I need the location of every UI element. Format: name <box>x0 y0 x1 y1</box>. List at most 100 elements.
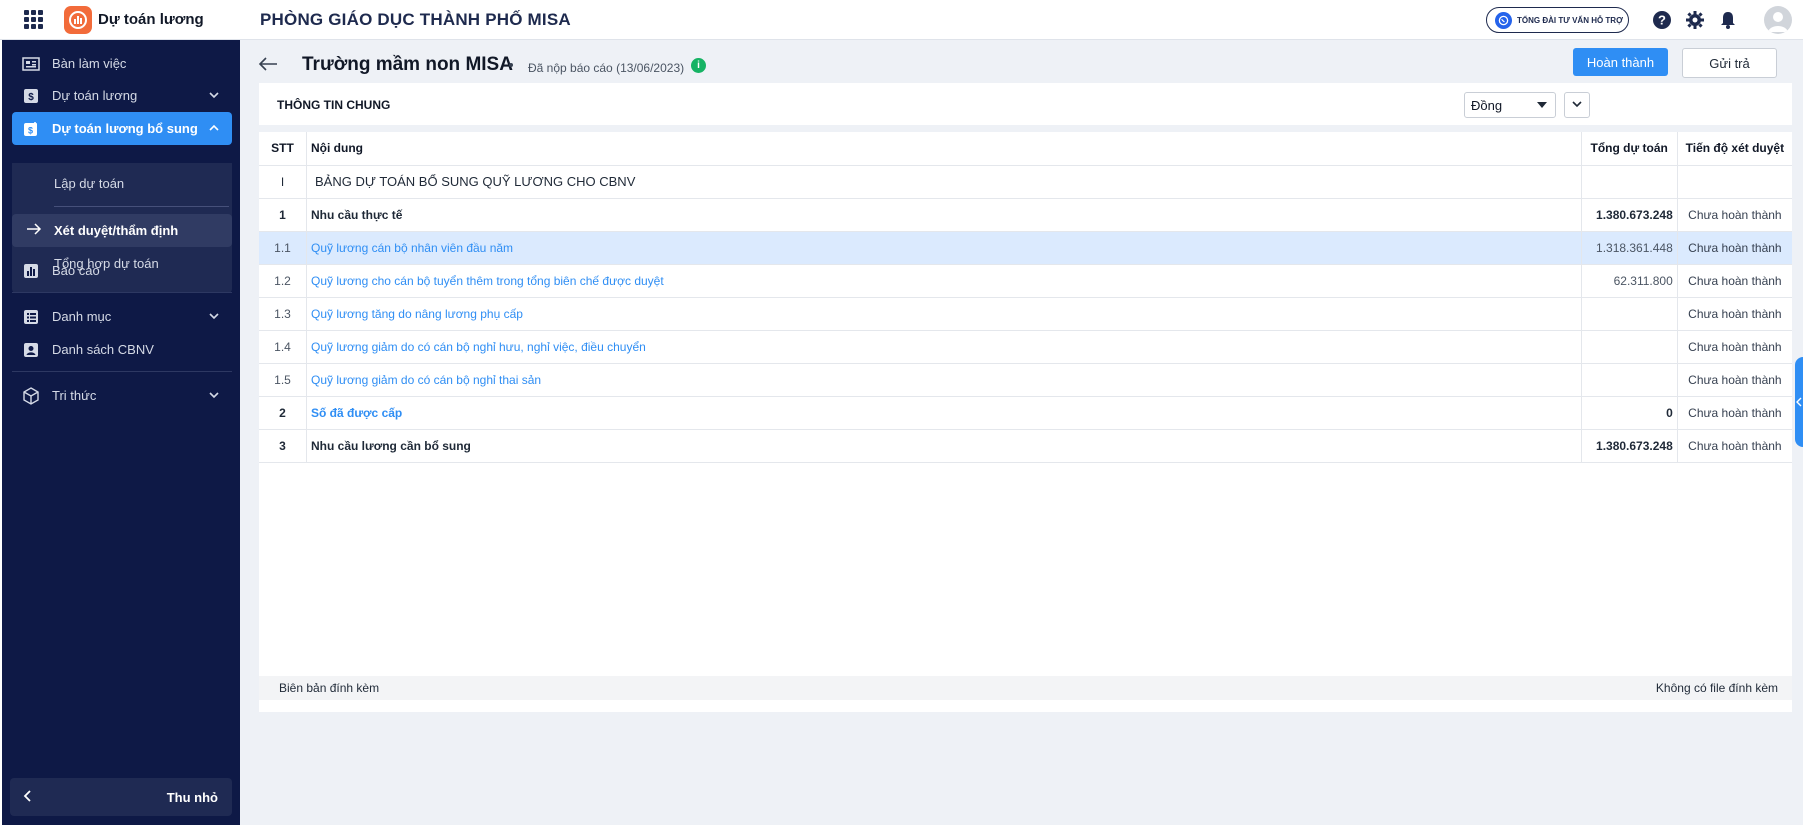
attachment-label: Biên bản đính kèm <box>279 681 380 695</box>
app-grid-icon[interactable] <box>18 10 48 30</box>
caret-down-icon <box>1537 102 1547 108</box>
back-arrow-icon[interactable] <box>256 52 280 76</box>
sidebar-item-label: Báo cáo <box>52 263 100 278</box>
row-content: BẢNG DỰ TOÁN BỔ SUNG QUỸ LƯƠNG CHO CBNV <box>306 165 1582 199</box>
row-stt: 1.3 <box>259 297 307 331</box>
table-header-row: STT Nội dung Tổng dự toán Tiến độ xét du… <box>259 132 1792 166</box>
section-title: THÔNG TIN CHUNG <box>277 98 391 112</box>
sidebar-item-label: Danh sách CBNV <box>52 342 154 357</box>
table-row[interactable]: 1.4 Quỹ lương giảm do có cán bộ nghỉ hưu… <box>259 330 1792 364</box>
row-progress: Chưa hoàn thành <box>1677 198 1792 232</box>
attachment-bar: Biên bản đính kèm Không có file đính kèm <box>259 676 1792 700</box>
row-stt: 1.2 <box>259 264 307 298</box>
row-progress: Chưa hoàn thành <box>1677 429 1792 463</box>
sidebar-item-salary-budget[interactable]: $ Dự toán lương <box>12 79 232 112</box>
sidebar-item-dashboard[interactable]: Bàn làm việc <box>12 47 232 80</box>
hotline-label: TỔNG ĐÀI TƯ VẤN HỖ TRỢ <box>1517 15 1623 25</box>
row-stt: 1.5 <box>259 363 307 397</box>
complete-button[interactable]: Hoàn thành <box>1573 48 1668 76</box>
svg-text:$: $ <box>28 125 33 135</box>
row-progress: Chưa hoàn thành <box>1677 363 1792 397</box>
arrow-right-icon <box>26 222 42 239</box>
general-info-header: THÔNG TIN CHUNG Đồng <box>259 83 1792 125</box>
sidebar-item-knowledge[interactable]: Tri thức <box>12 379 232 412</box>
row-stt: 1.4 <box>259 330 307 364</box>
info-icon[interactable]: i <box>691 58 706 73</box>
row-total: 62.311.800 <box>1581 264 1678 298</box>
row-progress: Chưa hoàn thành <box>1677 396 1792 430</box>
row-content-link[interactable]: Quỹ lương giảm do có cán bộ nghỉ hưu, ng… <box>306 330 1582 364</box>
row-content-link[interactable]: Quỹ lương tăng do nâng lương phụ cấp <box>306 297 1582 331</box>
hotline-button[interactable]: TỔNG ĐÀI TƯ VẤN HỖ TRỢ <box>1486 7 1629 33</box>
row-total <box>1581 363 1678 397</box>
money-plus-icon: $ <box>22 120 40 138</box>
dashboard-icon <box>22 55 40 73</box>
table-row[interactable]: 1.5 Quỹ lương giảm do có cán bộ nghỉ tha… <box>259 363 1792 397</box>
table-row[interactable]: 1.1 Quỹ lương cán bộ nhân viên đầu năm 1… <box>259 231 1792 265</box>
app-logo <box>64 5 92 34</box>
main-content: Trường mầm non MISA Đã nộp báo cáo (13/0… <box>240 40 1803 825</box>
column-header-progress[interactable]: Tiến độ xét duyệt <box>1677 132 1792 166</box>
collapse-sidebar-button[interactable]: Thu nhỏ <box>10 778 232 816</box>
sidebar-item-staff-list[interactable]: Danh sách CBNV <box>12 333 232 366</box>
chevron-up-icon <box>208 122 220 134</box>
money-icon: $ <box>22 87 40 105</box>
help-icon[interactable]: ? <box>1651 9 1673 31</box>
column-header-total[interactable]: Tổng dự toán <box>1581 132 1678 166</box>
settings-gear-icon[interactable] <box>1684 9 1706 31</box>
sidebar-item-catalog[interactable]: Danh mục <box>12 300 232 333</box>
submenu-item-label: Lập dự toán <box>54 176 125 191</box>
submenu-item-create-budget[interactable]: Lập dự toán <box>12 167 232 200</box>
chart-icon <box>22 262 40 280</box>
row-content: Nhu cầu thực tế <box>306 198 1582 232</box>
column-header-content[interactable]: Nội dung <box>306 132 1582 166</box>
row-content-link[interactable]: Số đã được cấp <box>306 396 1582 430</box>
title-separator-dot <box>509 63 513 67</box>
row-content-link[interactable]: Quỹ lương giảm do có cán bộ nghỉ thai sả… <box>306 363 1582 397</box>
chevron-down-icon <box>208 389 220 401</box>
contact-icon <box>22 341 40 359</box>
row-progress: Chưa hoàn thành <box>1677 231 1792 265</box>
collapse-label: Thu nhỏ <box>166 789 218 805</box>
table-row[interactable]: I BẢNG DỰ TOÁN BỔ SUNG QUỸ LƯƠNG CHO CBN… <box>259 165 1792 199</box>
return-button[interactable]: Gửi trả <box>1682 48 1777 78</box>
currency-unit-select[interactable]: Đồng <box>1464 92 1556 118</box>
submenu-item-review[interactable]: Xét duyệt/thẩm định <box>12 214 232 247</box>
budget-table: STT Nội dung Tổng dự toán Tiến độ xét du… <box>259 132 1792 712</box>
submenu-item-label: Xét duyệt/thẩm định <box>54 223 179 238</box>
side-panel-toggle[interactable] <box>1795 357 1803 447</box>
row-stt: 1.1 <box>259 231 307 265</box>
sidebar-item-supplementary-budget[interactable]: $ Dự toán lương bổ sung <box>12 112 232 145</box>
sidebar-item-label: Bàn làm việc <box>52 56 127 71</box>
row-stt: 3 <box>259 429 307 463</box>
sidebar-separator <box>12 292 232 293</box>
sidebar-item-reports[interactable]: Báo cáo <box>12 254 232 287</box>
expand-section-button[interactable] <box>1564 92 1590 118</box>
table-row[interactable]: 1.3 Quỹ lương tăng do nâng lương phụ cấp… <box>259 297 1792 331</box>
row-progress: Chưa hoàn thành <box>1677 264 1792 298</box>
row-content-link[interactable]: Quỹ lương cán bộ nhân viên đầu năm <box>306 231 1582 265</box>
currency-unit-value: Đồng <box>1471 97 1503 113</box>
submenu-divider <box>54 206 229 207</box>
table-row[interactable]: 3 Nhu cầu lương cần bổ sung 1.380.673.24… <box>259 429 1792 463</box>
sidebar-item-label: Dự toán lương <box>52 88 138 103</box>
row-stt: I <box>259 165 307 199</box>
notification-bell-icon[interactable] <box>1717 9 1739 31</box>
user-avatar[interactable] <box>1764 6 1792 34</box>
table-row[interactable]: 2 Số đã được cấp 0 Chưa hoàn thành <box>259 396 1792 430</box>
svg-text:$: $ <box>28 92 34 103</box>
svg-text:?: ? <box>1658 13 1666 28</box>
row-total <box>1581 165 1678 199</box>
row-stt: 2 <box>259 396 307 430</box>
sidebar-item-label: Danh mục <box>52 309 112 324</box>
row-progress: Chưa hoàn thành <box>1677 297 1792 331</box>
column-header-stt[interactable]: STT <box>259 132 307 166</box>
row-total: 1.380.673.248 <box>1581 198 1678 232</box>
table-row[interactable]: 1.2 Quỹ lương cho cán bộ tuyển thêm tron… <box>259 264 1792 298</box>
row-progress: Chưa hoàn thành <box>1677 330 1792 364</box>
row-progress <box>1677 165 1792 199</box>
row-total: 1.380.673.248 <box>1581 429 1678 463</box>
row-content-link[interactable]: Quỹ lương cho cán bộ tuyển thêm trong tổ… <box>306 264 1582 298</box>
table-row[interactable]: 1 Nhu cầu thực tế 1.380.673.248 Chưa hoà… <box>259 198 1792 232</box>
row-total: 1.318.361.448 <box>1581 231 1678 265</box>
